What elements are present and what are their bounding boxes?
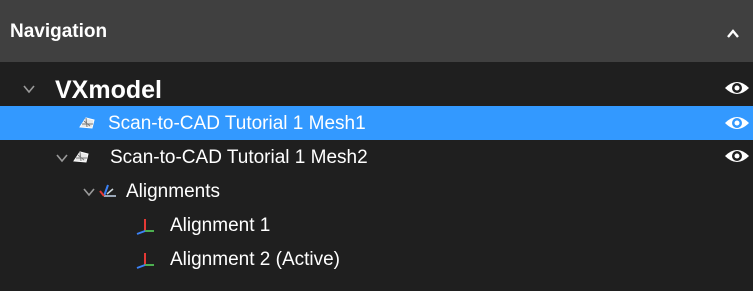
mesh-icon bbox=[79, 117, 95, 129]
alignments-icon bbox=[99, 184, 116, 197]
eye-icon[interactable] bbox=[723, 78, 751, 98]
panel-header[interactable]: Navigation bbox=[0, 0, 753, 62]
eye-icon[interactable] bbox=[723, 113, 751, 133]
tree-item-label: Alignment 1 bbox=[170, 215, 271, 236]
chevron-up-icon[interactable] bbox=[725, 27, 741, 41]
navigation-panel: Navigation VXmodel Scan-to-CAD Tutorial … bbox=[0, 0, 753, 291]
tree-item-mesh2[interactable]: Scan-to-CAD Tutorial 1 Mesh2 bbox=[0, 140, 753, 174]
tree-item-mesh1[interactable]: Scan-to-CAD Tutorial 1 Mesh1 bbox=[0, 106, 753, 140]
tree-item-label: Scan-to-CAD Tutorial 1 Mesh1 bbox=[108, 113, 366, 134]
axis-icon bbox=[136, 219, 154, 235]
tree-item-alignment-1[interactable]: Alignment 1 bbox=[0, 208, 753, 242]
tree-item-alignment-2[interactable]: Alignment 2 (Active) bbox=[0, 242, 753, 276]
tree-item-label: VXmodel bbox=[55, 76, 162, 104]
chevron-down-icon[interactable] bbox=[82, 185, 96, 199]
tree-item-label: Scan-to-CAD Tutorial 1 Mesh2 bbox=[110, 147, 368, 168]
tree-item-label: Alignments bbox=[126, 181, 220, 202]
tree-item-label: Alignment 2 (Active) bbox=[170, 249, 341, 270]
tree-item-vxmodel[interactable]: VXmodel bbox=[0, 68, 753, 108]
navigation-tree: VXmodel Scan-to-CAD Tutorial 1 Mesh1 Sca… bbox=[0, 62, 753, 291]
axis-icon bbox=[136, 253, 154, 269]
chevron-down-icon[interactable] bbox=[55, 151, 69, 165]
eye-icon[interactable] bbox=[723, 146, 751, 166]
tree-item-alignments[interactable]: Alignments bbox=[0, 174, 753, 208]
panel-title: Navigation bbox=[10, 21, 108, 42]
mesh-icon bbox=[73, 151, 89, 163]
chevron-down-icon[interactable] bbox=[22, 82, 36, 96]
